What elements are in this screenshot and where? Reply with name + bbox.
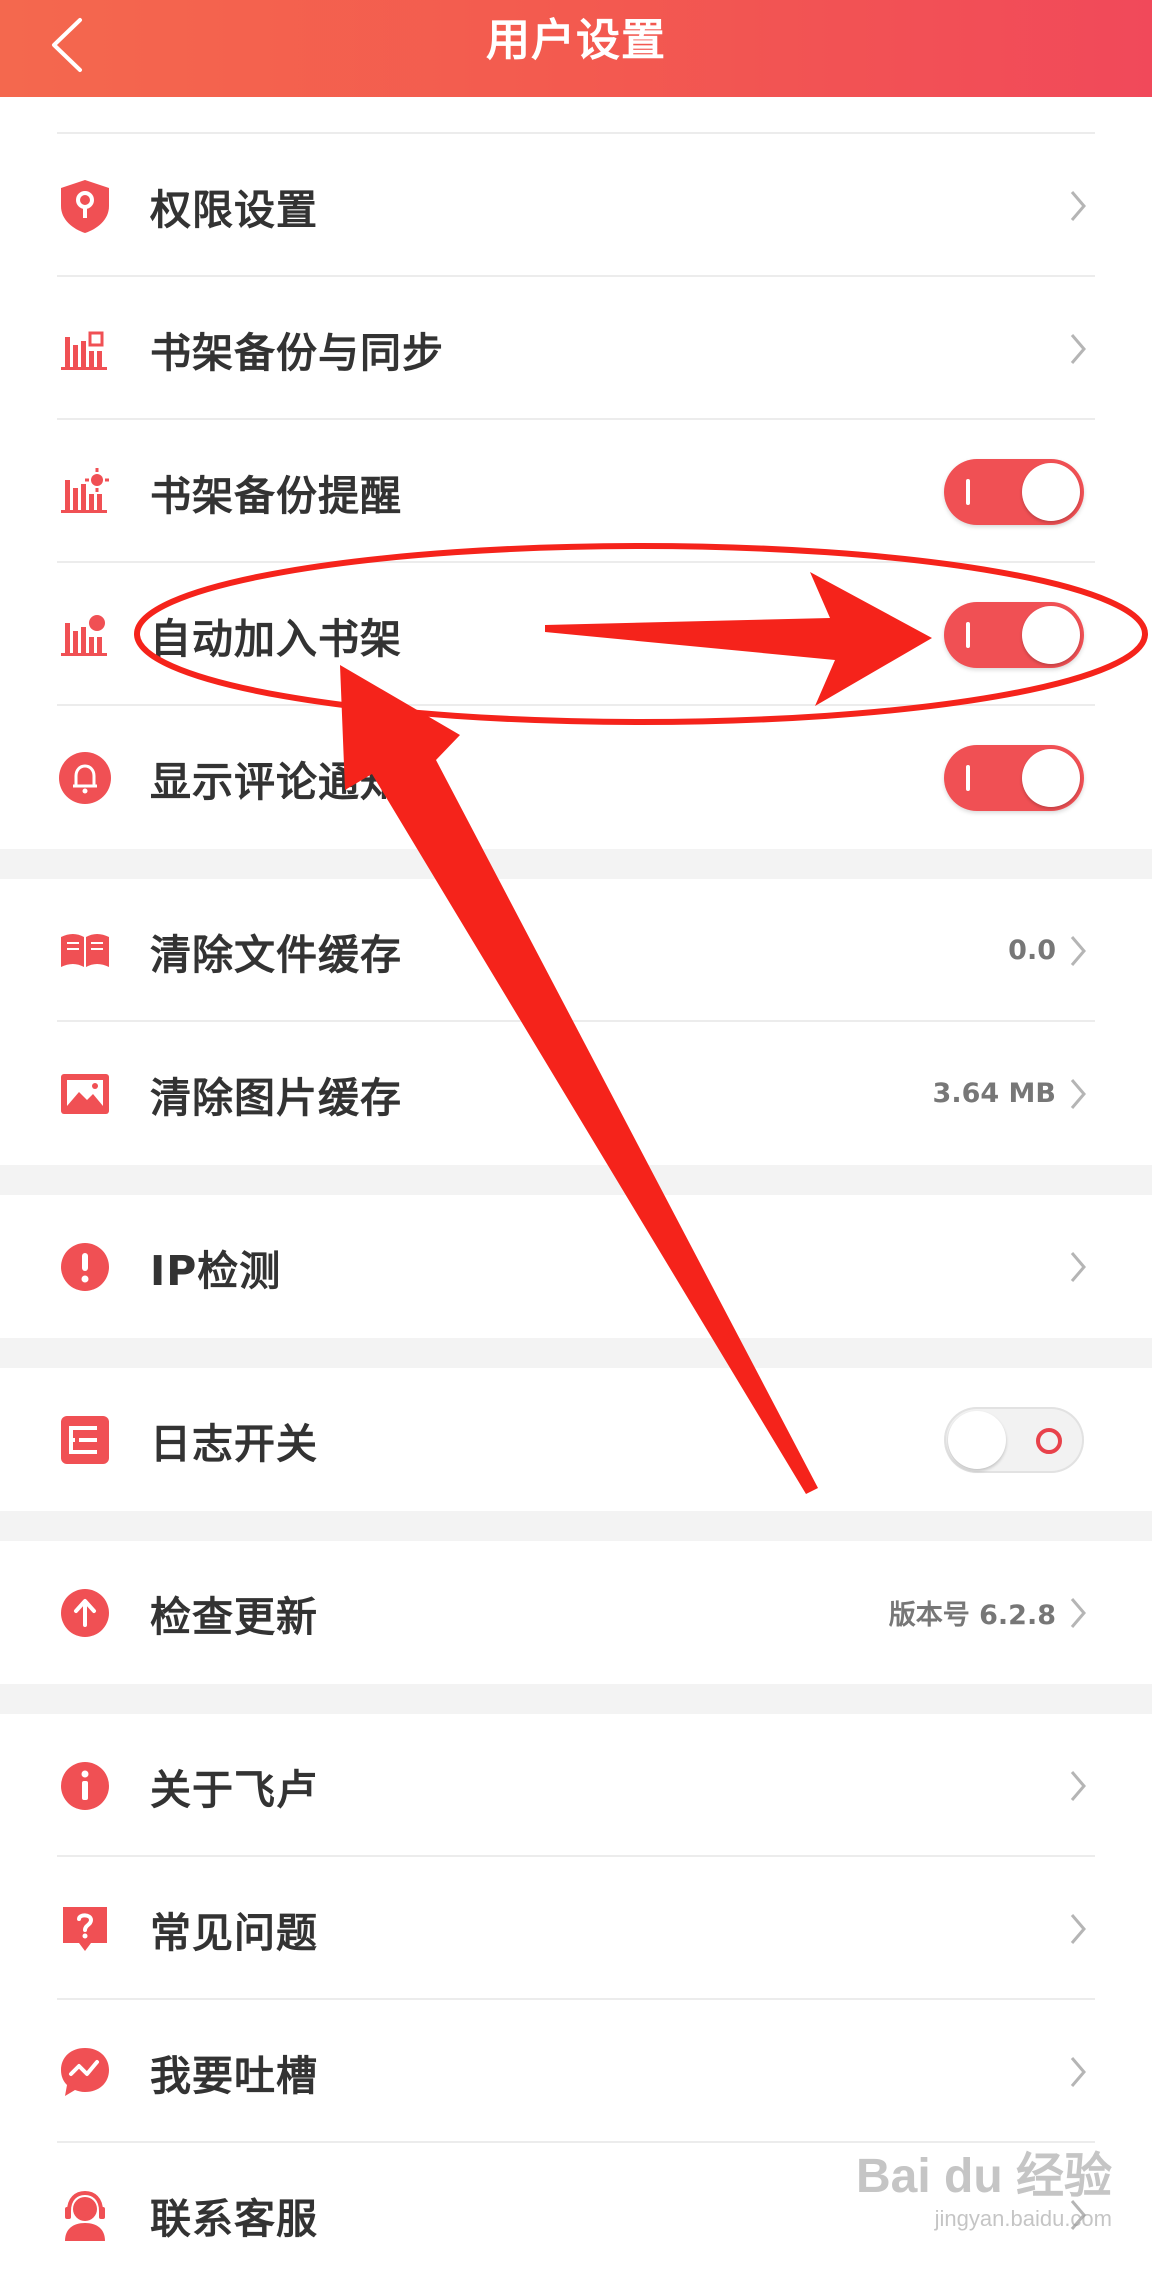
row-bookshelf-backup-sync[interactable]: 书架备份与同步 bbox=[0, 277, 1152, 420]
bookshelf-add-icon bbox=[57, 607, 113, 663]
bookshelf-reminder-icon bbox=[57, 464, 113, 520]
chevron-right-icon bbox=[1070, 190, 1086, 221]
section-separator bbox=[0, 1165, 1152, 1195]
row-label: IP检测 bbox=[150, 1246, 282, 1295]
row-label: 显示评论通知 bbox=[150, 757, 402, 806]
row-ip-check[interactable]: IP检测 bbox=[0, 1195, 1152, 1338]
row-feedback[interactable]: 我要吐槽 bbox=[0, 2000, 1152, 2143]
row-label: 检查更新 bbox=[150, 1592, 318, 1641]
bell-icon bbox=[57, 750, 113, 806]
image-cache-size: 3.64 MB bbox=[932, 1078, 1056, 1109]
watermark: Bai du 经验 jingyan.baidu.com bbox=[855, 2150, 1112, 2231]
row-bookshelf-backup-reminder: 书架备份提醒 bbox=[0, 420, 1152, 563]
chevron-right-icon bbox=[1070, 333, 1086, 364]
version-number: 版本号 6.2.8 bbox=[888, 1600, 1056, 1631]
row-auto-add-bookshelf: 自动加入书架 bbox=[0, 563, 1152, 706]
alert-circle-icon bbox=[57, 1239, 113, 1295]
row-check-update[interactable]: 检查更新 版本号 6.2.8 bbox=[0, 1541, 1152, 1684]
log-switch-toggle[interactable] bbox=[944, 1406, 1084, 1473]
row-label: 清除图片缓存 bbox=[150, 1073, 402, 1122]
row-clear-image-cache[interactable]: 清除图片缓存 3.64 MB bbox=[0, 1022, 1152, 1165]
section-separator bbox=[0, 1684, 1152, 1714]
customer-service-icon bbox=[57, 2187, 113, 2243]
row-label: 权限设置 bbox=[150, 185, 318, 234]
auto-add-bookshelf-toggle[interactable] bbox=[944, 601, 1084, 668]
chevron-right-icon bbox=[1070, 1078, 1086, 1109]
row-clear-file-cache[interactable]: 清除文件缓存 0.0 bbox=[0, 879, 1152, 1022]
info-icon bbox=[57, 1758, 113, 1814]
section-separator bbox=[0, 1338, 1152, 1368]
chevron-right-icon bbox=[1070, 1251, 1086, 1282]
row-label: 书架备份与同步 bbox=[150, 328, 444, 377]
row-label: 清除文件缓存 bbox=[150, 930, 402, 979]
settings-group-permissions: 权限设置 书架备份与同步 书架备份提醒 自动加入书架 显示评论通知 bbox=[0, 97, 1152, 849]
settings-list: 权限设置 书架备份与同步 书架备份提醒 自动加入书架 显示评论通知 清除文件缓存… bbox=[0, 97, 1152, 2286]
row-label: 书架备份提醒 bbox=[150, 471, 402, 520]
row-label: 联系客服 bbox=[150, 2194, 318, 2243]
row-about[interactable]: 关于飞卢 bbox=[0, 1714, 1152, 1857]
update-arrow-icon bbox=[57, 1585, 113, 1641]
row-label: 日志开关 bbox=[150, 1419, 318, 1468]
chevron-right-icon bbox=[1070, 935, 1086, 966]
shield-key-icon bbox=[57, 178, 113, 234]
file-cache-size: 0.0 bbox=[1008, 935, 1056, 966]
comment-notification-toggle[interactable] bbox=[944, 744, 1084, 811]
settings-group-log: 日志开关 bbox=[0, 1368, 1152, 1511]
chevron-right-icon bbox=[1070, 1913, 1086, 1944]
settings-group-ip: IP检测 bbox=[0, 1195, 1152, 1338]
log-icon bbox=[57, 1412, 113, 1468]
page-title: 用户设置 bbox=[486, 15, 666, 66]
section-separator bbox=[0, 849, 1152, 879]
feedback-icon bbox=[57, 2044, 113, 2100]
backup-reminder-toggle[interactable] bbox=[944, 458, 1084, 525]
chevron-right-icon bbox=[1070, 2056, 1086, 2087]
settings-group-update: 检查更新 版本号 6.2.8 bbox=[0, 1541, 1152, 1684]
row-log-switch: 日志开关 bbox=[0, 1368, 1152, 1511]
bookshelf-sync-icon bbox=[57, 321, 113, 377]
settings-group-cache: 清除文件缓存 0.0 清除图片缓存 3.64 MB bbox=[0, 879, 1152, 1165]
row-label: 常见问题 bbox=[150, 1908, 318, 1957]
row-faq[interactable]: 常见问题 bbox=[0, 1857, 1152, 2000]
chevron-right-icon bbox=[1070, 1770, 1086, 1801]
image-icon bbox=[57, 1066, 113, 1122]
section-separator bbox=[0, 1511, 1152, 1541]
chevron-right-icon bbox=[1070, 1597, 1086, 1628]
book-open-icon bbox=[57, 923, 113, 979]
row-comment-notification: 显示评论通知 bbox=[0, 706, 1152, 849]
question-icon bbox=[57, 1901, 113, 1957]
row-label: 自动加入书架 bbox=[150, 614, 402, 663]
row-label: 我要吐槽 bbox=[150, 2051, 318, 2100]
row-label: 关于飞卢 bbox=[150, 1765, 318, 1814]
row-permission-settings[interactable]: 权限设置 bbox=[0, 134, 1152, 277]
header-bar: 用户设置 bbox=[0, 0, 1152, 97]
